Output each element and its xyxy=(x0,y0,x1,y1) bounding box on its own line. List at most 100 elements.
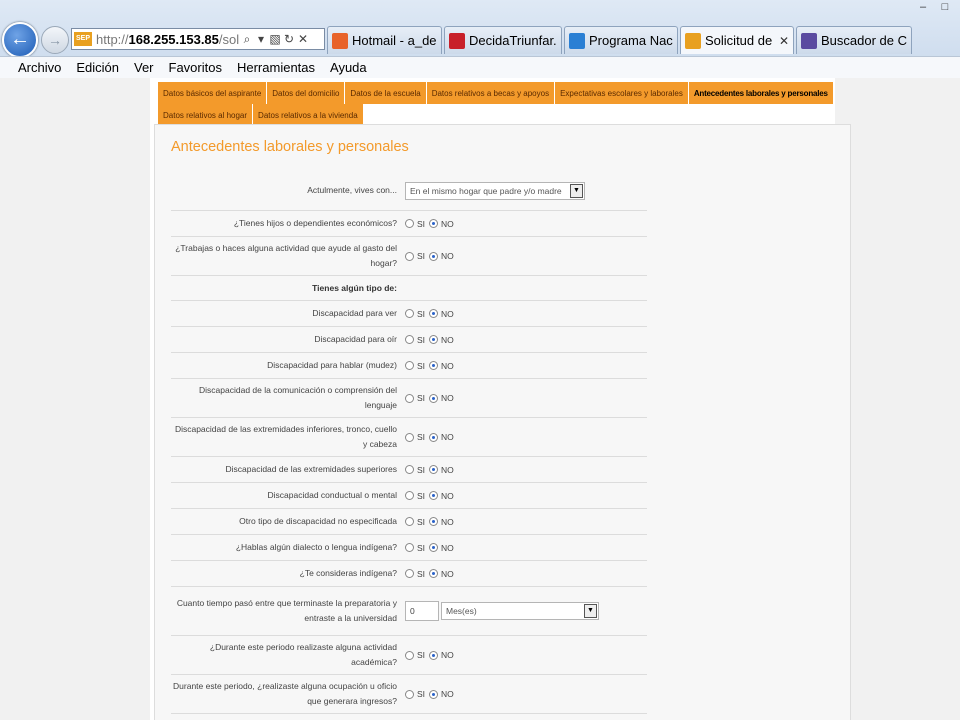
forward-button[interactable]: → xyxy=(41,26,69,54)
browser-tab[interactable]: Solicitud de... ✕ xyxy=(680,26,794,54)
radio-button[interactable] xyxy=(405,251,414,261)
radio-label: NO xyxy=(441,689,454,699)
back-button[interactable]: ← xyxy=(2,22,38,58)
radio-button[interactable] xyxy=(429,432,439,442)
radio-option-si[interactable]: SI xyxy=(405,650,425,660)
section-tab[interactable]: Datos del domicilio xyxy=(267,82,346,104)
radio-option-si[interactable]: SI xyxy=(405,251,425,261)
radio-button[interactable] xyxy=(429,335,439,344)
browser-tab[interactable]: Hotmail - a_de... xyxy=(327,26,442,54)
dropdown-arrow-icon[interactable]: ▼ xyxy=(584,604,597,618)
section-tab[interactable]: Datos relativos al hogar xyxy=(158,104,254,126)
radio-option-si[interactable]: SI xyxy=(405,689,425,699)
radio-option-no[interactable]: NO xyxy=(429,361,454,371)
minimize-button[interactable]: – xyxy=(912,0,934,16)
duration-number-input[interactable]: 0 xyxy=(405,601,439,621)
section-tab[interactable]: Datos relativos a la vivienda xyxy=(253,104,364,126)
field-label: Cuanto tiempo pasó entre que terminaste … xyxy=(176,598,397,623)
menu-archivo[interactable]: Archivo xyxy=(18,60,61,75)
radio-option-si[interactable]: SI xyxy=(405,517,425,527)
radio-button[interactable] xyxy=(405,465,414,474)
radio-button[interactable] xyxy=(429,251,439,261)
section-tab[interactable]: Datos básicos del aspirante xyxy=(158,82,268,104)
radio-option-no[interactable]: NO xyxy=(429,219,454,229)
radio-option-no[interactable]: NO xyxy=(429,543,454,553)
dropdown-arrow-icon[interactable]: ▾ xyxy=(254,32,268,46)
radio-option-no[interactable]: NO xyxy=(429,650,454,660)
duration-unit-select[interactable]: Mes(es) ▼ xyxy=(441,602,599,620)
section-tab[interactable]: Expectativas escolares y laborales xyxy=(555,82,689,104)
radio-button[interactable] xyxy=(405,335,414,344)
section-tab[interactable]: Datos relativos a becas y apoyos xyxy=(426,82,556,104)
radio-button[interactable] xyxy=(405,689,414,699)
radio-option-si[interactable]: SI xyxy=(405,465,425,475)
address-bar[interactable]: SEP http://168.255.153.85/solici ⌕ ▾ ▧ ↻… xyxy=(71,28,325,50)
radio-option-si[interactable]: SI xyxy=(405,335,425,345)
radio-option-si[interactable]: SI xyxy=(405,543,425,553)
menu-ayuda[interactable]: Ayuda xyxy=(330,60,367,75)
select-value: Mes(es) xyxy=(446,606,477,616)
radio-option-si[interactable]: SI xyxy=(405,491,425,501)
radio-button[interactable] xyxy=(405,219,414,228)
radio-option-si[interactable]: SI xyxy=(405,361,425,371)
url-text[interactable]: http://168.255.153.85/solici xyxy=(96,32,240,47)
maximize-button[interactable]: □ xyxy=(934,0,956,16)
radio-button[interactable] xyxy=(405,491,414,500)
radio-option-no[interactable]: NO xyxy=(429,335,454,345)
field-control: SI NO xyxy=(405,219,647,229)
menu-ver[interactable]: Ver xyxy=(134,60,154,75)
radio-button[interactable] xyxy=(405,543,414,552)
radio-option-si[interactable]: SI xyxy=(405,309,425,319)
radio-option-no[interactable]: NO xyxy=(429,393,454,403)
radio-option-si[interactable]: SI xyxy=(405,432,425,442)
browser-tabs: Hotmail - a_de... DecidaTriunfar... Progra… xyxy=(327,26,914,54)
search-icon[interactable]: ⌕ xyxy=(240,32,254,47)
menu-herramientas[interactable]: Herramientas xyxy=(237,60,315,75)
menu-edición[interactable]: Edición xyxy=(76,60,119,75)
radio-button[interactable] xyxy=(429,309,439,318)
field-control: SI NO xyxy=(405,361,647,371)
stop-icon[interactable]: ✕ xyxy=(296,32,310,46)
radio-option-si[interactable]: SI xyxy=(405,569,425,579)
radio-button[interactable] xyxy=(429,393,439,403)
radio-option-no[interactable]: NO xyxy=(429,491,454,501)
compatibility-view-icon[interactable]: ▧ xyxy=(268,32,282,46)
radio-option-si[interactable]: SI xyxy=(405,393,425,403)
field-label: Discapacidad conductual o mental xyxy=(267,490,397,500)
radio-button[interactable] xyxy=(429,219,439,228)
tab-close-icon[interactable]: ✕ xyxy=(779,34,789,48)
section-tab[interactable]: Datos de la escuela xyxy=(345,82,427,104)
radio-option-no[interactable]: NO xyxy=(429,432,454,442)
radio-option-no[interactable]: NO xyxy=(429,465,454,475)
living-with-select[interactable]: En el mismo hogar que padre y/o madre ▼ xyxy=(405,181,585,200)
radio-button[interactable] xyxy=(429,517,439,526)
radio-button[interactable] xyxy=(429,689,439,699)
refresh-icon[interactable]: ↻ xyxy=(282,32,296,46)
radio-option-no[interactable]: NO xyxy=(429,689,454,699)
radio-button[interactable] xyxy=(429,491,439,500)
radio-button[interactable] xyxy=(429,465,439,474)
menu-favoritos[interactable]: Favoritos xyxy=(169,60,222,75)
radio-label: NO xyxy=(441,516,454,527)
radio-option-no[interactable]: NO xyxy=(429,517,454,527)
section-tab[interactable]: Antecedentes laborales y personales xyxy=(688,82,834,104)
radio-button[interactable] xyxy=(405,309,414,318)
radio-button[interactable] xyxy=(429,361,439,370)
radio-button[interactable] xyxy=(429,569,439,578)
radio-button[interactable] xyxy=(429,543,439,552)
radio-option-si[interactable]: SI xyxy=(405,219,425,229)
radio-button[interactable] xyxy=(405,517,414,526)
radio-option-no[interactable]: NO xyxy=(429,309,454,319)
browser-tab[interactable]: Buscador de C... xyxy=(796,26,912,54)
radio-button[interactable] xyxy=(405,569,414,578)
browser-tab[interactable]: DecidaTriunfar... xyxy=(444,26,562,54)
dropdown-arrow-icon[interactable]: ▼ xyxy=(570,183,583,198)
radio-option-no[interactable]: NO xyxy=(429,569,454,579)
browser-tab[interactable]: Programa Naci... xyxy=(564,26,678,54)
radio-option-no[interactable]: NO xyxy=(429,251,454,261)
radio-button[interactable] xyxy=(405,361,414,370)
radio-button[interactable] xyxy=(405,650,414,660)
radio-button[interactable] xyxy=(429,650,439,660)
radio-button[interactable] xyxy=(405,393,414,403)
radio-button[interactable] xyxy=(405,432,414,442)
